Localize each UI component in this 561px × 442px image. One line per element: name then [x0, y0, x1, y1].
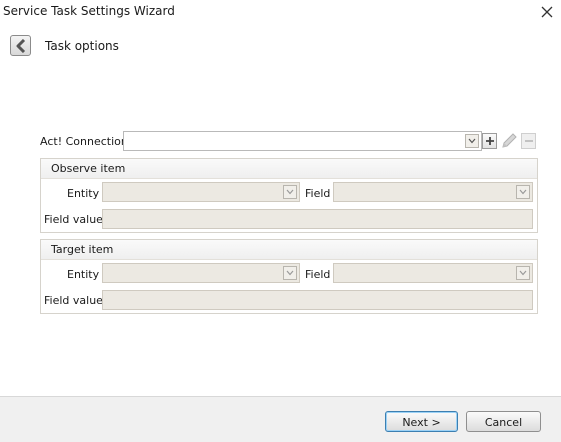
observe-entity-select[interactable]: [102, 182, 300, 202]
chevron-down-icon: [519, 189, 527, 195]
chevron-left-icon: [16, 39, 26, 53]
observe-field-value-input[interactable]: [102, 209, 533, 229]
observe-item-title: Observe item: [51, 162, 126, 175]
connection-label: Act! Connection: [40, 135, 128, 148]
connection-select[interactable]: [123, 131, 482, 151]
target-entity-label: Entity: [67, 268, 100, 281]
target-field-value-input[interactable]: [102, 290, 533, 310]
back-button[interactable]: [10, 35, 31, 56]
observe-field-dropdown-button[interactable]: [516, 185, 530, 199]
observe-entity-dropdown-button[interactable]: [283, 185, 297, 199]
remove-connection-button[interactable]: [521, 133, 536, 149]
observe-item-header: Observe item: [41, 159, 537, 179]
edit-connection-button[interactable]: [500, 131, 518, 150]
target-field-label: Field: [305, 268, 331, 281]
next-button[interactable]: Next >: [385, 411, 458, 432]
minus-icon: [525, 140, 533, 142]
chevron-down-icon: [468, 138, 476, 144]
close-icon: [541, 6, 553, 18]
connection-dropdown-button[interactable]: [465, 134, 479, 148]
page-title: Task options: [45, 39, 119, 53]
target-item-title: Target item: [51, 243, 114, 256]
window-title: Service Task Settings Wizard: [3, 4, 175, 18]
target-field-dropdown-button[interactable]: [516, 266, 530, 280]
observe-field-value-label: Field value: [44, 213, 103, 226]
chevron-down-icon: [286, 189, 294, 195]
observe-entity-label: Entity: [67, 187, 100, 200]
target-field-value-label: Field value: [44, 294, 103, 307]
close-button[interactable]: [538, 3, 556, 21]
pencil-icon: [502, 133, 517, 148]
observe-field-label: Field: [305, 187, 331, 200]
chevron-down-icon: [286, 270, 294, 276]
add-connection-button[interactable]: [482, 133, 497, 149]
target-entity-select[interactable]: [102, 263, 300, 283]
target-entity-dropdown-button[interactable]: [283, 266, 297, 280]
plus-icon: [486, 137, 494, 145]
target-field-select[interactable]: [333, 263, 533, 283]
target-item-header: Target item: [41, 240, 537, 260]
chevron-down-icon: [519, 270, 527, 276]
observe-field-select[interactable]: [333, 182, 533, 202]
cancel-button[interactable]: Cancel: [466, 411, 541, 432]
